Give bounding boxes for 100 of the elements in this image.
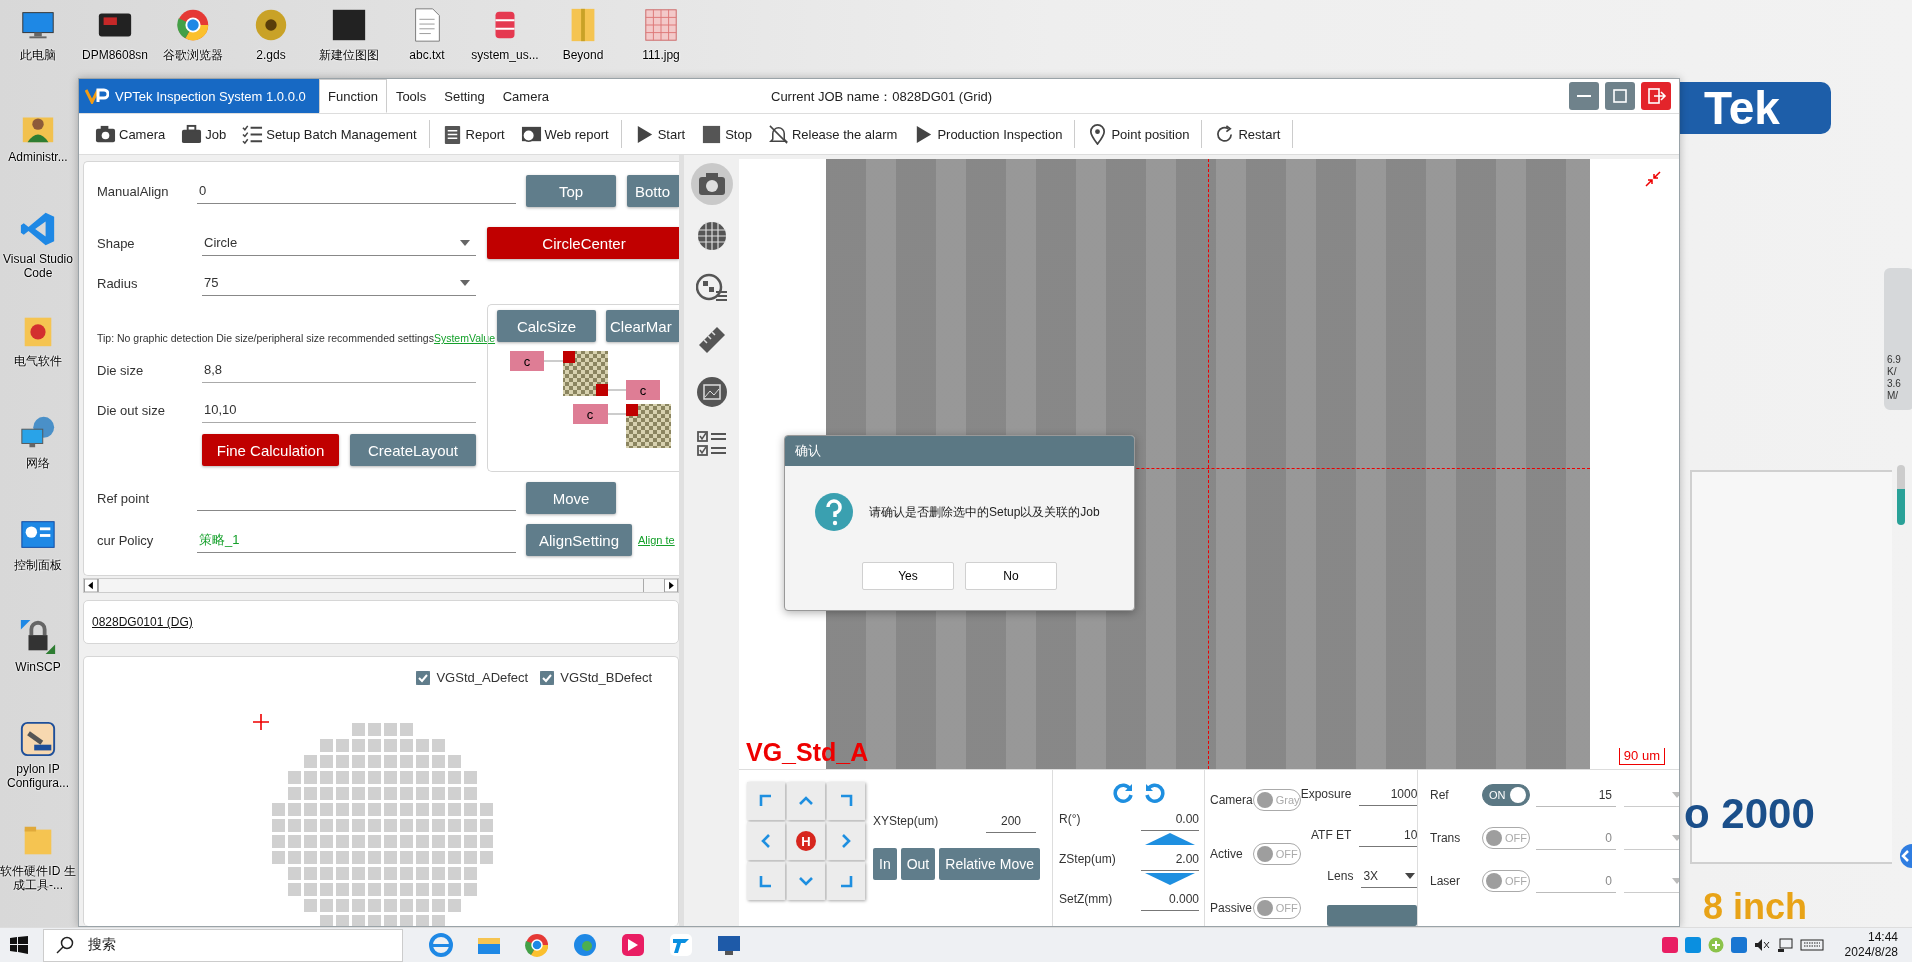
desktop-shortcut[interactable]: DPM8608sn bbox=[76, 0, 154, 78]
toolbar-button[interactable]: Release the alarm bbox=[763, 123, 902, 145]
dropdown[interactable]: 75 bbox=[202, 270, 476, 296]
menu-tab[interactable]: Camera bbox=[493, 79, 558, 113]
text-field[interactable]: 8,8 bbox=[202, 357, 476, 383]
jog-button[interactable] bbox=[747, 862, 785, 900]
toolbar-button[interactable]: Web report bbox=[516, 123, 613, 145]
network-icon[interactable] bbox=[1776, 937, 1793, 953]
desktop-shortcut[interactable]: 新建位图图 bbox=[310, 0, 388, 78]
app-icon[interactable] bbox=[619, 931, 647, 959]
toolbar-button[interactable]: Camera bbox=[91, 123, 170, 145]
top-button[interactable]: Top bbox=[526, 175, 616, 207]
motion-button[interactable]: Out bbox=[900, 848, 936, 880]
create-layout-button[interactable]: CreateLayout bbox=[350, 434, 476, 466]
toolbar-button[interactable]: Setup Batch Management bbox=[238, 123, 421, 145]
desktop-shortcut[interactable]: 谷歌浏览器 bbox=[154, 0, 232, 78]
scroll-right-icon[interactable] bbox=[664, 579, 678, 592]
rotate-left-icon[interactable] bbox=[1111, 780, 1135, 804]
move-button[interactable]: Move bbox=[526, 482, 616, 514]
rotate-right-icon[interactable] bbox=[1143, 780, 1167, 804]
circle-center-button[interactable]: CircleCenter bbox=[487, 227, 679, 259]
align-link[interactable]: Align te bbox=[638, 534, 675, 546]
dropdown[interactable]: Circle bbox=[202, 230, 476, 256]
text-field[interactable]: 2.00 bbox=[1141, 847, 1199, 871]
dialog-button[interactable]: No bbox=[965, 562, 1057, 590]
toggle-switch[interactable]: ON bbox=[1482, 784, 1530, 806]
toolbar-button[interactable]: Restart bbox=[1210, 123, 1285, 145]
maximize-icon[interactable] bbox=[1605, 82, 1635, 110]
text-field[interactable]: 200 bbox=[986, 809, 1036, 833]
desktop-shortcut[interactable]: 此电脑 bbox=[0, 0, 76, 102]
motion-button[interactable]: Relative Move bbox=[939, 848, 1040, 880]
app-icon[interactable] bbox=[1684, 937, 1701, 953]
toolbar-button[interactable]: Stop bbox=[697, 123, 756, 145]
desktop-shortcut[interactable]: 控制面板 bbox=[0, 510, 76, 612]
app-icon[interactable] bbox=[1661, 937, 1678, 953]
text-field[interactable]: 15 bbox=[1536, 783, 1616, 807]
app-icon[interactable] bbox=[1730, 937, 1747, 953]
text-field[interactable]: 0 bbox=[1536, 869, 1616, 893]
browser-icon[interactable] bbox=[427, 931, 455, 959]
system-value-link[interactable]: SystemValue bbox=[433, 332, 496, 344]
desktop-shortcut[interactable]: Administr... bbox=[0, 102, 76, 204]
collapse-icon[interactable] bbox=[1645, 171, 1661, 187]
text-field[interactable]: 0.000 bbox=[1141, 887, 1199, 911]
dialog-button[interactable]: Yes bbox=[862, 562, 954, 590]
desktop-shortcut[interactable]: pylon IP Configura... bbox=[0, 714, 76, 816]
calc-size-button[interactable]: CalcSize bbox=[497, 310, 596, 342]
keyboard-icon[interactable] bbox=[1799, 937, 1824, 953]
side-tool-button[interactable] bbox=[690, 163, 733, 205]
text-field[interactable]: 10 bbox=[1359, 823, 1418, 848]
desktop-shortcut[interactable]: abc.txt bbox=[388, 0, 466, 78]
desktop-shortcut[interactable]: Beyond bbox=[544, 0, 622, 78]
desktop-shortcut[interactable]: 111.jpg bbox=[622, 0, 700, 78]
toolbar-button[interactable]: Point position bbox=[1083, 123, 1194, 145]
jog-button[interactable] bbox=[787, 782, 825, 820]
toolbar-button[interactable]: Start bbox=[629, 123, 690, 145]
desktop-shortcut[interactable]: 网络 bbox=[0, 408, 76, 510]
menu-tab[interactable]: Function bbox=[319, 79, 387, 113]
motion-button[interactable]: In bbox=[873, 848, 897, 880]
jog-button[interactable] bbox=[827, 782, 865, 820]
jog-button[interactable] bbox=[787, 862, 825, 900]
desktop-shortcut[interactable]: 软件硬件ID 生成工具-... bbox=[0, 816, 76, 918]
text-field[interactable]: 10,10 bbox=[202, 397, 476, 423]
clear-button[interactable]: ClearMar bbox=[606, 310, 679, 342]
menu-tab[interactable]: Tools bbox=[386, 79, 436, 113]
browser-icon[interactable] bbox=[571, 931, 599, 959]
text-field[interactable]: 0 bbox=[197, 178, 516, 204]
jog-button[interactable] bbox=[827, 862, 865, 900]
horizontal-scrollbar[interactable] bbox=[83, 578, 679, 593]
minimize-icon[interactable] bbox=[1569, 82, 1599, 110]
desktop-shortcut[interactable]: Visual Studio Code bbox=[0, 204, 76, 306]
dropdown[interactable]: 3X bbox=[1361, 864, 1418, 889]
jog-button[interactable] bbox=[747, 782, 785, 820]
toolbar-button[interactable]: Production Inspection bbox=[909, 123, 1067, 145]
fine-calculation-button[interactable]: Fine Calculation bbox=[202, 434, 339, 466]
start-icon[interactable] bbox=[9, 935, 29, 955]
plus-icon[interactable] bbox=[1707, 937, 1724, 953]
text-field[interactable]: 策略_1 bbox=[197, 527, 516, 553]
browser-icon[interactable] bbox=[523, 931, 551, 959]
desktop-shortcut[interactable]: 电气软件 bbox=[0, 306, 76, 408]
app-icon[interactable] bbox=[667, 931, 695, 959]
text-field[interactable]: 0 bbox=[1536, 826, 1616, 850]
text-field[interactable]: 1000 bbox=[1359, 782, 1418, 807]
checkbox[interactable] bbox=[540, 670, 555, 685]
job-link[interactable]: 0828DG0101 (DG) bbox=[92, 615, 193, 629]
jog-button[interactable] bbox=[827, 822, 865, 860]
desktop-shortcut[interactable]: system_us... bbox=[466, 0, 544, 78]
panel-button[interactable] bbox=[1327, 904, 1418, 926]
align-setting-button[interactable]: AlignSetting bbox=[526, 524, 632, 556]
menu-tab[interactable]: Setting bbox=[435, 79, 494, 113]
mute-icon[interactable] bbox=[1753, 937, 1770, 953]
home-button[interactable]: H bbox=[787, 822, 825, 860]
toolbar-button[interactable]: Report bbox=[437, 123, 509, 145]
desktop-shortcut[interactable]: WinSCP bbox=[0, 612, 76, 714]
toolbar-button[interactable]: Job bbox=[177, 123, 231, 145]
search-field[interactable]: 搜索 bbox=[43, 928, 403, 962]
z-up-icon[interactable] bbox=[1145, 833, 1195, 845]
text-field[interactable]: 0.00 bbox=[1141, 807, 1199, 831]
bottom-button[interactable]: Botto bbox=[627, 175, 679, 207]
desktop-shortcut[interactable]: 2.gds bbox=[232, 0, 310, 78]
scroll-left-icon[interactable] bbox=[84, 579, 98, 592]
